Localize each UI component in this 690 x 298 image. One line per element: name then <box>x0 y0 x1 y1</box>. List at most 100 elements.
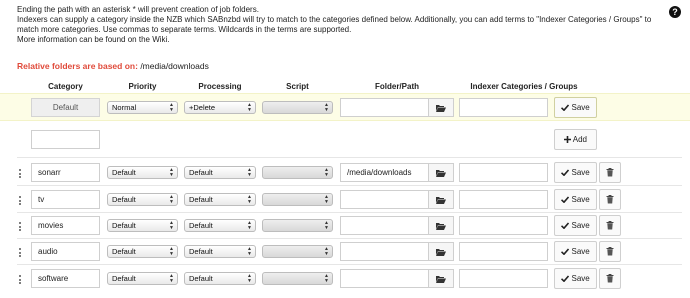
priority-value: Default <box>112 168 136 177</box>
intro-line-2: Indexers can supply a category inside th… <box>17 15 652 24</box>
processing-select[interactable]: Default ▲ ▼ <box>184 166 256 179</box>
delete-button[interactable] <box>599 215 621 236</box>
drag-handle-icon[interactable] <box>19 196 22 206</box>
priority-select[interactable]: Default ▲ ▼ <box>107 166 178 179</box>
select-arrows-icon: ▲ ▼ <box>247 220 252 231</box>
category-row: software Default ▲ ▼ Default ▲ ▼ ▲ ▼ Save <box>0 265 690 293</box>
folder-browse-button[interactable] <box>428 216 454 235</box>
folder-browse-button[interactable] <box>428 98 454 117</box>
select-arrows-icon: ▲ ▼ <box>324 194 329 205</box>
select-arrows-icon: ▲ ▼ <box>169 246 174 257</box>
header-folder-path: Folder/Path <box>374 82 419 91</box>
select-arrows-icon: ▲ ▼ <box>247 102 252 113</box>
indexer-categories-input[interactable] <box>459 269 548 288</box>
drag-handle-icon[interactable] <box>19 248 22 258</box>
processing-select[interactable]: +Delete ▲ ▼ <box>184 101 256 114</box>
processing-value: Default <box>189 168 213 177</box>
add-label: Add <box>572 135 587 144</box>
processing-value: Default <box>189 274 213 283</box>
folder-path-input[interactable] <box>340 190 429 209</box>
trash-icon <box>606 221 614 230</box>
indexer-categories-input[interactable] <box>459 190 548 209</box>
save-button[interactable]: Save <box>554 97 597 118</box>
select-arrows-icon: ▲ ▼ <box>324 246 329 257</box>
folder-open-icon <box>436 275 446 283</box>
delete-button[interactable] <box>599 241 621 262</box>
header-indexer-categories: Indexer Categories / Groups <box>470 82 578 91</box>
question-circle-icon[interactable]: ? <box>669 6 681 18</box>
indexer-categories-input[interactable] <box>459 163 548 182</box>
indexer-categories-input[interactable] <box>459 98 548 117</box>
header-script: Script <box>286 82 309 91</box>
save-button[interactable]: Save <box>554 268 597 289</box>
script-select[interactable]: ▲ ▼ <box>262 272 333 285</box>
select-arrows-icon: ▲ ▼ <box>324 273 329 284</box>
save-button[interactable]: Save <box>554 241 597 262</box>
drag-handle-icon[interactable] <box>19 222 22 232</box>
category-name-input[interactable]: movies <box>31 216 100 235</box>
intro-line-3: match more categories. Use commas to sep… <box>17 25 352 34</box>
processing-value: Default <box>189 221 213 230</box>
delete-button[interactable] <box>599 162 621 183</box>
plus-icon <box>563 136 571 144</box>
save-label: Save <box>571 247 590 256</box>
processing-value: Default <box>189 247 213 256</box>
category-row: movies Default ▲ ▼ Default ▲ ▼ ▲ ▼ Save <box>0 212 690 240</box>
select-arrows-icon: ▲ ▼ <box>169 194 174 205</box>
category-name-input[interactable]: tv <box>31 190 100 209</box>
category-name-input[interactable]: sonarr <box>31 163 100 182</box>
category-name-input[interactable]: software <box>31 269 100 288</box>
save-button[interactable]: Save <box>554 189 597 210</box>
delete-button[interactable] <box>599 268 621 289</box>
add-button[interactable]: Add <box>554 129 597 150</box>
relative-folder-info: Relative folders are based on: /media/do… <box>17 61 209 71</box>
save-button[interactable]: Save <box>554 162 597 183</box>
drag-handle-icon[interactable] <box>19 169 22 179</box>
select-arrows-icon: ▲ ▼ <box>247 167 252 178</box>
select-arrows-icon: ▲ ▼ <box>169 167 174 178</box>
category-row: sonarr Default ▲ ▼ Default ▲ ▼ ▲ ▼ /media/downloa… <box>0 159 690 187</box>
save-label: Save <box>571 103 590 112</box>
folder-path-input[interactable]: /media/downloads <box>340 163 429 182</box>
folder-path-input[interactable] <box>340 98 429 117</box>
category-name-input[interactable]: audio <box>31 242 100 261</box>
priority-select[interactable]: Default ▲ ▼ <box>107 245 178 258</box>
priority-value: Normal <box>112 103 137 112</box>
script-select[interactable]: ▲ ▼ <box>262 166 333 179</box>
priority-select[interactable]: Normal ▲ ▼ <box>107 101 178 114</box>
folder-path-input[interactable] <box>340 216 429 235</box>
folder-browse-button[interactable] <box>428 242 454 261</box>
save-button[interactable]: Save <box>554 215 597 236</box>
processing-value: +Delete <box>189 103 216 112</box>
folder-browse-button[interactable] <box>428 269 454 288</box>
priority-select[interactable]: Default ▲ ▼ <box>107 219 178 232</box>
script-select[interactable]: ▲ ▼ <box>262 245 333 258</box>
trash-icon <box>606 195 614 204</box>
processing-select[interactable]: Default ▲ ▼ <box>184 193 256 206</box>
priority-select[interactable]: Default ▲ ▼ <box>107 193 178 206</box>
intro-text: Ending the path with an asterisk * will … <box>17 5 667 45</box>
indexer-categories-input[interactable] <box>459 216 548 235</box>
priority-value: Default <box>112 274 136 283</box>
script-select[interactable]: ▲ ▼ <box>262 193 333 206</box>
script-select[interactable]: ▲ ▼ <box>262 101 333 114</box>
processing-select[interactable]: Default ▲ ▼ <box>184 245 256 258</box>
check-icon <box>561 222 570 230</box>
folder-open-icon <box>436 248 446 256</box>
script-select[interactable]: ▲ ▼ <box>262 219 333 232</box>
select-arrows-icon: ▲ ▼ <box>169 220 174 231</box>
folder-browse-button[interactable] <box>428 163 454 182</box>
new-category-input[interactable] <box>31 130 100 149</box>
indexer-categories-input[interactable] <box>459 242 548 261</box>
folder-path-input[interactable] <box>340 269 429 288</box>
folder-browse-button[interactable] <box>428 190 454 209</box>
category-input: Default <box>31 98 100 117</box>
folder-path-input[interactable] <box>340 242 429 261</box>
delete-button[interactable] <box>599 189 621 210</box>
priority-select[interactable]: Default ▲ ▼ <box>107 272 178 285</box>
save-label: Save <box>571 221 590 230</box>
processing-select[interactable]: Default ▲ ▼ <box>184 219 256 232</box>
relative-folder-label: Relative folders are based on: <box>17 61 138 71</box>
processing-select[interactable]: Default ▲ ▼ <box>184 272 256 285</box>
drag-handle-icon[interactable] <box>19 275 22 285</box>
